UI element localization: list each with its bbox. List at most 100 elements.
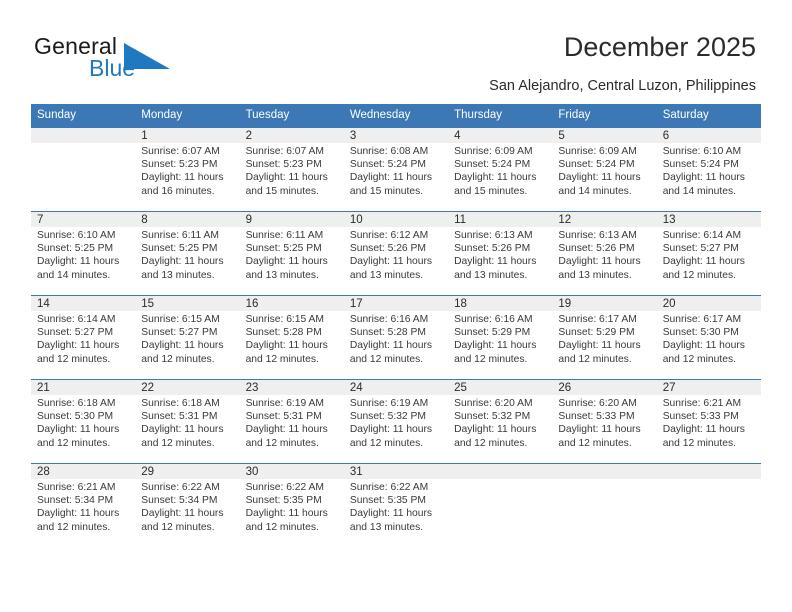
calendar-day-cell[interactable]: 19 Sunrise: 6:17 AM Sunset: 5:29 PM Dayligh… [552,294,657,380]
daylight-text: Daylight: 11 hours and 14 minutes. [558,172,641,197]
sunset-text: Sunset: 5:26 PM [454,243,531,255]
day-cell-details: Sunrise: 6:11 AM Sunset: 5:25 PM Daylight:… [135,227,239,283]
day-number [31,127,136,143]
day-cell-details: Sunrise: 6:14 AM Sunset: 5:27 PM Daylight:… [31,311,135,367]
day-number: 25 [448,379,553,395]
day-number: 2 [239,127,344,143]
day-number: 17 [343,295,449,311]
weekday-header-tuesday: Tuesday [239,104,344,128]
day-number: 12 [552,211,657,227]
day-number: 23 [239,379,344,395]
calendar-day-cell[interactable]: 28 Sunrise: 6:21 AM Sunset: 5:34 PM Dayligh… [31,462,136,547]
calendar-day-cell[interactable]: 6 Sunrise: 6:10 AM Sunset: 5:24 PM Daylight… [656,127,761,212]
calendar-day-cell[interactable]: 29 Sunrise: 6:22 AM Sunset: 5:34 PM Dayligh… [135,462,240,547]
daylight-text: Daylight: 11 hours and 12 minutes. [558,424,641,449]
day-cell-details: Sunrise: 6:16 AM Sunset: 5:29 PM Daylight:… [448,311,552,367]
calendar-day-cell[interactable]: 11 Sunrise: 6:13 AM Sunset: 5:26 PM Dayligh… [448,210,553,296]
calendar-day-cell[interactable]: 2 Sunrise: 6:07 AM Sunset: 5:23 PM Daylight… [239,127,344,212]
day-cell-inner: 12 Sunrise: 6:13 AM Sunset: 5:26 PM Dayligh… [552,211,657,295]
day-cell-details [552,479,656,481]
calendar-day-cell[interactable]: 18 Sunrise: 6:16 AM Sunset: 5:29 PM Dayligh… [448,294,553,380]
calendar-day-cell[interactable]: 20 Sunrise: 6:17 AM Sunset: 5:30 PM Dayligh… [656,294,761,380]
calendar-day-cell[interactable]: 26 Sunrise: 6:20 AM Sunset: 5:33 PM Dayligh… [552,378,657,464]
day-number: 10 [343,211,449,227]
daylight-text: Daylight: 11 hours and 13 minutes. [141,256,224,281]
weekday-header-sunday: Sunday [31,104,136,128]
sunset-text: Sunset: 5:26 PM [349,243,426,255]
sunrise-text: Sunrise: 6:10 AM [662,145,742,157]
calendar-day-cell[interactable]: 5 Sunrise: 6:09 AM Sunset: 5:24 PM Daylight… [552,127,657,212]
calendar-week-row: 7 Sunrise: 6:10 AM Sunset: 5:25 PM Daylight… [31,210,761,296]
calendar-day-cell[interactable]: 4 Sunrise: 6:09 AM Sunset: 5:24 PM Daylight… [448,127,553,212]
calendar-day-cell[interactable]: 31 Sunrise: 6:22 AM Sunset: 5:35 PM Dayligh… [343,462,449,547]
daylight-text: Daylight: 11 hours and 15 minutes. [454,172,537,197]
calendar-day-cell[interactable]: 17 Sunrise: 6:16 AM Sunset: 5:28 PM Dayligh… [343,294,449,380]
day-cell-details: Sunrise: 6:15 AM Sunset: 5:28 PM Daylight:… [240,311,344,367]
calendar-day-cell[interactable]: 10 Sunrise: 6:12 AM Sunset: 5:26 PM Dayligh… [343,210,449,296]
day-number [448,463,553,479]
day-number: 31 [343,463,449,479]
day-cell-inner: 16 Sunrise: 6:15 AM Sunset: 5:28 PM Dayligh… [239,295,344,379]
calendar-day-cell[interactable]: 27 Sunrise: 6:21 AM Sunset: 5:33 PM Dayligh… [656,378,761,464]
weekday-header-wednesday: Wednesday [343,104,449,128]
daylight-text: Daylight: 11 hours and 12 minutes. [245,424,328,449]
daylight-text: Daylight: 11 hours and 12 minutes. [662,340,745,365]
daylight-text: Daylight: 11 hours and 14 minutes. [37,256,120,281]
calendar-day-cell[interactable]: 3 Sunrise: 6:08 AM Sunset: 5:24 PM Daylight… [343,127,449,212]
sunrise-text: Sunrise: 6:15 AM [141,313,220,325]
day-cell-inner: 18 Sunrise: 6:16 AM Sunset: 5:29 PM Dayligh… [448,295,553,379]
day-cell-inner: 4 Sunrise: 6:09 AM Sunset: 5:24 PM Daylight… [448,127,553,211]
sunset-text: Sunset: 5:31 PM [141,411,218,423]
general-blue-logo[interactable]: General Blue [34,33,214,85]
sunrise-text: Sunrise: 6:21 AM [662,397,742,409]
calendar-day-cell[interactable]: 14 Sunrise: 6:14 AM Sunset: 5:27 PM Dayligh… [31,294,136,380]
sunrise-text: Sunrise: 6:21 AM [37,481,116,493]
calendar-day-cell[interactable]: 16 Sunrise: 6:15 AM Sunset: 5:28 PM Dayligh… [239,294,344,380]
sunrise-text: Sunrise: 6:08 AM [349,145,429,157]
sunset-text: Sunset: 5:30 PM [37,411,114,423]
daylight-text: Daylight: 11 hours and 12 minutes. [662,256,745,281]
sunset-text: Sunset: 5:32 PM [454,411,531,423]
calendar-page: General Blue December 2025 San Alejandro… [0,0,792,612]
calendar-day-cell[interactable]: 8 Sunrise: 6:11 AM Sunset: 5:25 PM Daylight… [135,210,240,296]
page-subtitle: San Alejandro, Central Luzon, Philippine… [489,78,756,94]
page-title: December 2025 [563,32,756,62]
day-number: 13 [656,211,761,227]
calendar-day-cell[interactable]: 13 Sunrise: 6:14 AM Sunset: 5:27 PM Dayligh… [656,210,761,296]
calendar-day-cell[interactable]: 25 Sunrise: 6:20 AM Sunset: 5:32 PM Dayligh… [448,378,553,464]
calendar-day-cell[interactable]: 22 Sunrise: 6:18 AM Sunset: 5:31 PM Dayligh… [135,378,240,464]
day-cell-inner: 21 Sunrise: 6:18 AM Sunset: 5:30 PM Dayligh… [31,379,136,463]
sunset-text: Sunset: 5:30 PM [662,327,739,339]
calendar-day-cell[interactable]: 30 Sunrise: 6:22 AM Sunset: 5:35 PM Dayligh… [239,462,344,547]
daylight-text: Daylight: 11 hours and 12 minutes. [37,424,120,449]
calendar-day-cell[interactable]: 12 Sunrise: 6:13 AM Sunset: 5:26 PM Dayligh… [552,210,657,296]
calendar-day-cell[interactable] [552,462,657,547]
day-cell-inner: 13 Sunrise: 6:14 AM Sunset: 5:27 PM Dayligh… [656,211,761,295]
calendar-day-cell[interactable]: 1 Sunrise: 6:07 AM Sunset: 5:23 PM Daylight… [135,127,240,212]
sunset-text: Sunset: 5:27 PM [662,243,739,255]
day-cell-inner [448,463,553,547]
calendar-day-cell[interactable]: 21 Sunrise: 6:18 AM Sunset: 5:30 PM Dayligh… [31,378,136,464]
calendar-day-cell[interactable] [448,462,553,547]
calendar-day-cell[interactable]: 15 Sunrise: 6:15 AM Sunset: 5:27 PM Dayligh… [135,294,240,380]
calendar-day-cell[interactable] [656,462,761,547]
day-cell-inner: 11 Sunrise: 6:13 AM Sunset: 5:26 PM Dayligh… [448,211,553,295]
sunrise-text: Sunrise: 6:14 AM [662,229,742,241]
calendar-day-cell[interactable]: 7 Sunrise: 6:10 AM Sunset: 5:25 PM Daylight… [31,210,136,296]
day-cell-details: Sunrise: 6:20 AM Sunset: 5:32 PM Daylight:… [448,395,552,451]
calendar-day-cell[interactable] [31,127,136,212]
daylight-text: Daylight: 11 hours and 13 minutes. [558,256,641,281]
sunset-text: Sunset: 5:34 PM [141,495,218,507]
calendar-day-cell[interactable]: 24 Sunrise: 6:19 AM Sunset: 5:32 PM Dayligh… [343,378,449,464]
sunset-text: Sunset: 5:25 PM [141,243,218,255]
day-cell-inner: 8 Sunrise: 6:11 AM Sunset: 5:25 PM Daylight… [135,211,240,295]
day-cell-details: Sunrise: 6:19 AM Sunset: 5:32 PM Daylight:… [344,395,448,451]
day-cell-details: Sunrise: 6:18 AM Sunset: 5:31 PM Daylight:… [135,395,239,451]
sunset-text: Sunset: 5:24 PM [558,159,635,171]
day-cell-details: Sunrise: 6:22 AM Sunset: 5:35 PM Daylight:… [344,479,448,535]
day-cell-details: Sunrise: 6:22 AM Sunset: 5:34 PM Daylight:… [135,479,239,535]
day-cell-inner: 17 Sunrise: 6:16 AM Sunset: 5:28 PM Dayligh… [343,295,449,379]
calendar-day-cell[interactable]: 9 Sunrise: 6:11 AM Sunset: 5:25 PM Daylight… [239,210,344,296]
calendar-day-cell[interactable]: 23 Sunrise: 6:19 AM Sunset: 5:31 PM Dayligh… [239,378,344,464]
daylight-text: Daylight: 11 hours and 14 minutes. [662,172,745,197]
